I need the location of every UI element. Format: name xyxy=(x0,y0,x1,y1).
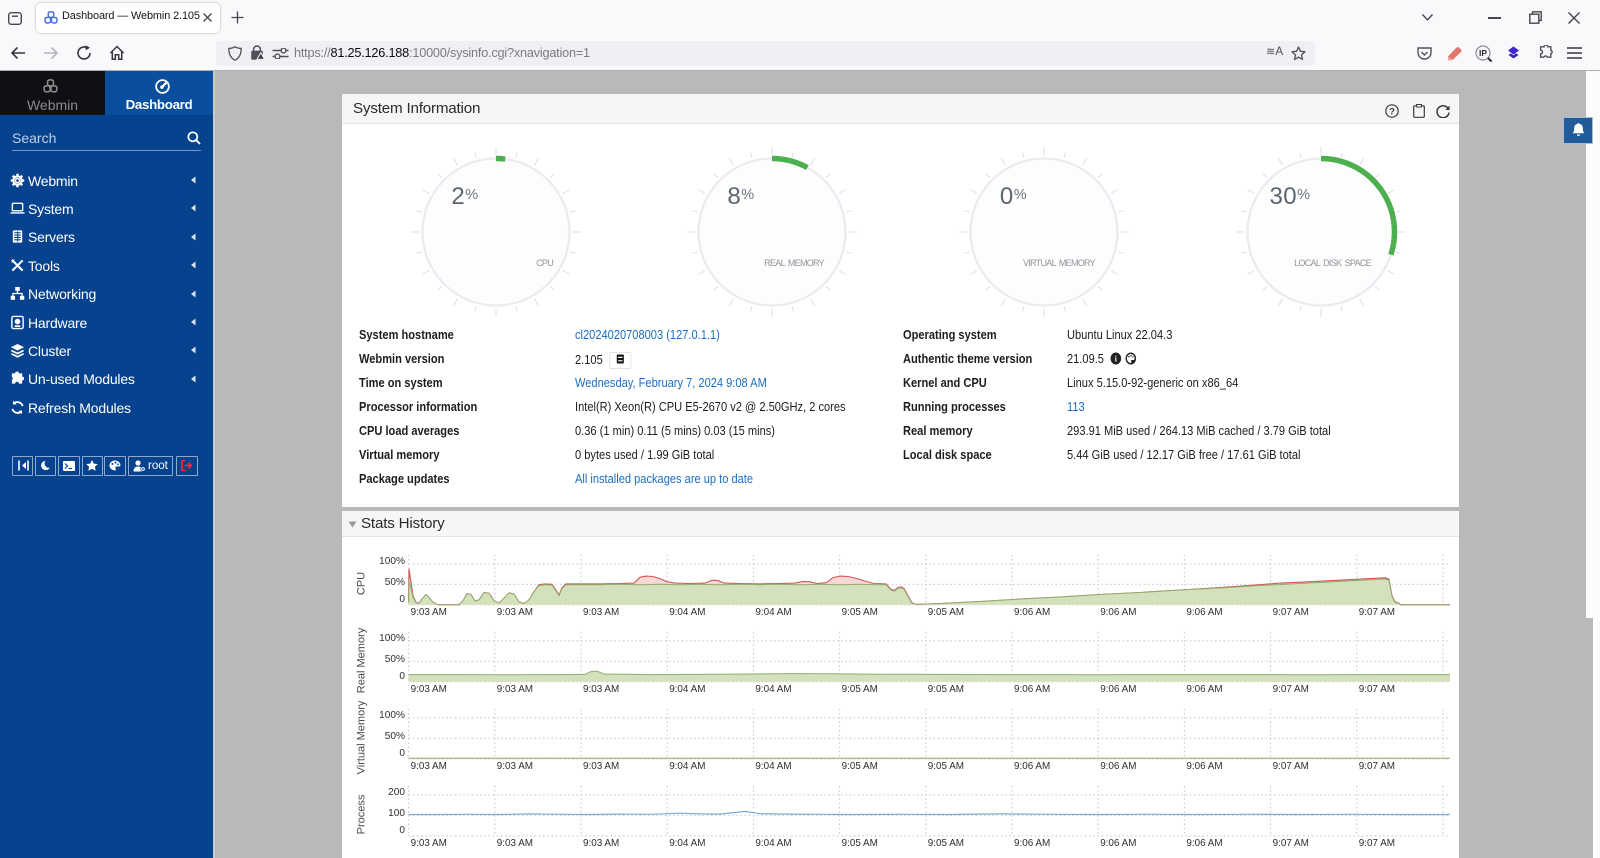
svg-text:IP: IP xyxy=(1479,48,1487,58)
svg-text:?: ? xyxy=(1389,106,1395,117)
